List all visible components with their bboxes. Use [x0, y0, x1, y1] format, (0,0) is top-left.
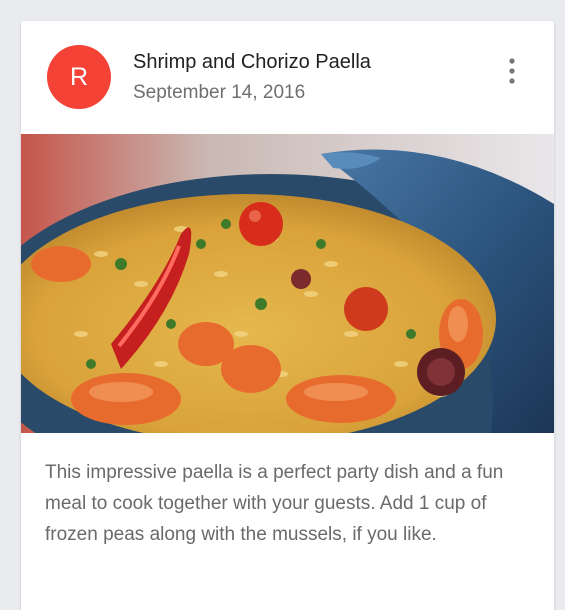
more-vert-icon [509, 58, 515, 84]
recipe-card: R Shrimp and Chorizo Paella September 14… [21, 21, 554, 610]
paella-dish-photo [21, 134, 554, 433]
card-body-text: This impressive paella is a perfect part… [45, 462, 504, 545]
more-options-button[interactable] [495, 51, 529, 91]
avatar-letter: R [69, 62, 89, 91]
card-subheader: September 14, 2016 [133, 82, 306, 103]
card-title: Shrimp and Chorizo Paella [133, 51, 371, 73]
card-media [21, 134, 554, 433]
avatar: R [47, 45, 111, 109]
card-header: R Shrimp and Chorizo Paella September 14… [21, 21, 554, 134]
